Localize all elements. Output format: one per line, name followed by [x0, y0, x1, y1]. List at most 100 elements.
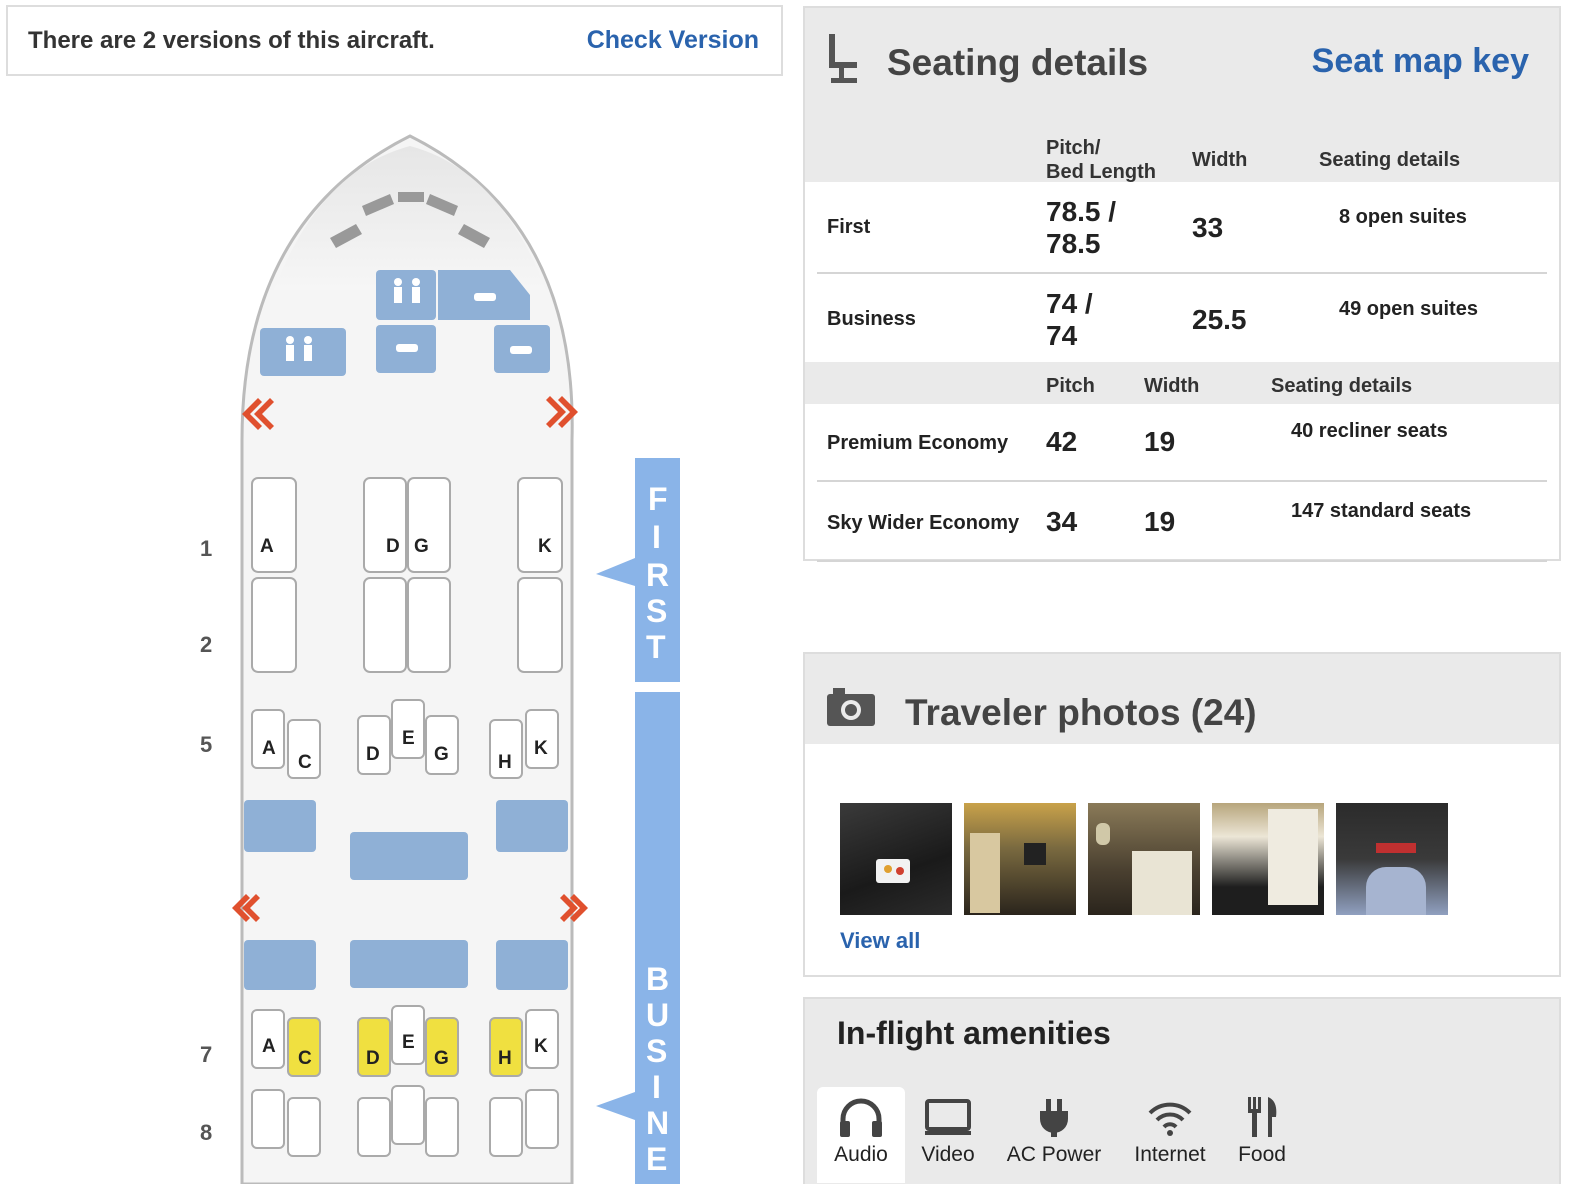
- tab-label: Audio: [834, 1143, 888, 1166]
- svg-text:S: S: [646, 593, 667, 629]
- column-header-seating-details: Seating details: [1271, 375, 1413, 397]
- monitor-icon: [925, 1099, 971, 1135]
- svg-text:R: R: [646, 557, 669, 593]
- pitch-value: 42: [1046, 426, 1078, 457]
- seat-1A: A: [260, 536, 274, 557]
- photo-thumbnails: [840, 803, 1448, 915]
- class-name: Business: [827, 308, 916, 330]
- seat-icon: [829, 34, 857, 83]
- svg-text:A: A: [262, 1036, 276, 1057]
- photo-thumbnail[interactable]: [1212, 803, 1324, 915]
- in-flight-amenities-title: In-flight amenities: [837, 1015, 1111, 1051]
- seating-details-title: Seating details: [887, 42, 1149, 83]
- width-value: 19: [1144, 506, 1176, 537]
- column-header-pitch-bed: Pitch/ Bed Length: [1046, 137, 1156, 183]
- svg-text:G: G: [434, 744, 449, 765]
- column-header-width: Width: [1144, 375, 1200, 397]
- svg-text:C: C: [298, 752, 312, 773]
- first-cabin-tab: F I R S T: [596, 458, 680, 682]
- version-banner: There are 2 versions of this aircraft. C…: [6, 5, 783, 76]
- camera-icon: [827, 688, 875, 726]
- tab-label: Internet: [1134, 1143, 1206, 1166]
- tab-audio[interactable]: Audio: [817, 1087, 905, 1183]
- row-number-2: 2: [200, 632, 212, 657]
- svg-text:I: I: [652, 519, 661, 555]
- economy-subheader: Pitch Width Seating details: [805, 362, 1559, 404]
- plug-icon: [1040, 1099, 1068, 1137]
- tab-label: AC Power: [1006, 1143, 1102, 1166]
- pitch-value: 34: [1046, 506, 1078, 537]
- svg-text:H: H: [498, 752, 512, 773]
- check-version-link[interactable]: Check Version: [587, 26, 759, 55]
- class-row-sky-wider-economy: Sky Wider Economy 34 19 147 standard sea…: [817, 484, 1547, 562]
- amenity-tabs: Audio Video AC Power Internet Food: [817, 1087, 1301, 1183]
- page: There are 2 versions of this aircraft. C…: [0, 0, 1572, 1184]
- svg-text:E: E: [646, 1141, 667, 1177]
- seating-description: 8 open suites: [1339, 206, 1467, 228]
- traveler-photos-header: Traveler photos (24): [805, 654, 1559, 744]
- width-value: 19: [1144, 426, 1176, 457]
- photo-thumbnail[interactable]: [1088, 803, 1200, 915]
- class-name: Sky Wider Economy: [827, 512, 1020, 534]
- photo-thumbnail[interactable]: [1336, 803, 1448, 915]
- row-number-7: 7: [200, 1042, 212, 1067]
- svg-text:D: D: [366, 744, 380, 765]
- seat-map-graphic: 1 2 5 7 8 A D G K AC DEG HK AC DEG HK F …: [200, 134, 680, 1184]
- class-row-premium-economy: Premium Economy 42 19 40 recliner seats: [817, 404, 1547, 482]
- pitch-value: 78.5 / 78.5: [1046, 196, 1117, 259]
- nose-cone: [274, 146, 546, 290]
- pitch-value: 74 / 74: [1046, 288, 1093, 351]
- class-row-business: Business 74 / 74 25.5 49 open suites: [817, 276, 1547, 366]
- column-header-width: Width: [1192, 149, 1248, 171]
- svg-text:C: C: [298, 1048, 312, 1069]
- photo-thumbnail[interactable]: [964, 803, 1076, 915]
- in-flight-amenities-panel: In-flight amenities Audio Video AC Power…: [803, 997, 1561, 1184]
- seat-map: 1 2 5 7 8 A D G K A C D E G H K A C D E …: [180, 120, 700, 1184]
- tab-ac-power[interactable]: AC Power: [991, 1087, 1117, 1183]
- version-text: There are 2 versions of this aircraft.: [28, 26, 435, 54]
- svg-text:H: H: [498, 1048, 512, 1069]
- column-header-pitch: Pitch: [1046, 375, 1095, 397]
- svg-text:I: I: [652, 1069, 661, 1105]
- svg-text:N: N: [646, 1105, 669, 1141]
- row-number-1: 1: [200, 536, 212, 561]
- svg-text:K: K: [534, 738, 548, 759]
- seat-1G: G: [414, 536, 429, 557]
- row-number-8: 8: [200, 1120, 212, 1145]
- svg-text:B: B: [646, 961, 669, 997]
- fork-knife-icon: [1248, 1097, 1277, 1137]
- headphones-icon: [840, 1098, 882, 1137]
- svg-text:U: U: [646, 997, 669, 1033]
- seat-1D: D: [386, 536, 400, 557]
- seating-description: 40 recliner seats: [1291, 420, 1448, 442]
- wifi-icon: [1148, 1102, 1192, 1136]
- column-header-seating-details: Seating details: [1319, 149, 1461, 171]
- seating-details-header: Seating details Seat map key Pitch/ Bed …: [805, 8, 1559, 183]
- seating-description: 147 standard seats: [1291, 500, 1472, 522]
- svg-text:T: T: [646, 629, 666, 665]
- svg-text:E: E: [402, 728, 415, 749]
- class-name: Premium Economy: [827, 432, 1009, 454]
- tab-video[interactable]: Video: [905, 1087, 991, 1183]
- row-number-5: 5: [200, 732, 212, 757]
- width-value: 33: [1192, 212, 1224, 243]
- class-row-first: First 78.5 / 78.5 33 8 open suites: [817, 184, 1547, 274]
- photo-thumbnail[interactable]: [840, 803, 952, 915]
- seating-details-panel: Seating details Seat map key Pitch/ Bed …: [803, 6, 1561, 562]
- svg-text:E: E: [402, 1032, 415, 1053]
- tab-internet[interactable]: Internet: [1117, 1087, 1223, 1183]
- svg-text:K: K: [534, 1036, 548, 1057]
- tab-food[interactable]: Food: [1223, 1087, 1301, 1183]
- seat-1K: K: [538, 536, 552, 557]
- traveler-photos-title: Traveler photos (24): [905, 692, 1257, 733]
- view-all-photos-link[interactable]: View all: [840, 928, 920, 954]
- traveler-photos-panel: Traveler photos (24) View all: [803, 652, 1561, 977]
- seat-map-key-link[interactable]: Seat map key: [1312, 42, 1529, 81]
- tab-label: Video: [921, 1143, 975, 1166]
- svg-text:D: D: [366, 1048, 380, 1069]
- width-value: 25.5: [1192, 304, 1247, 335]
- class-name: First: [827, 216, 871, 238]
- seating-description: 49 open suites: [1339, 298, 1478, 320]
- svg-text:S: S: [646, 1033, 667, 1069]
- svg-text:F: F: [648, 481, 668, 517]
